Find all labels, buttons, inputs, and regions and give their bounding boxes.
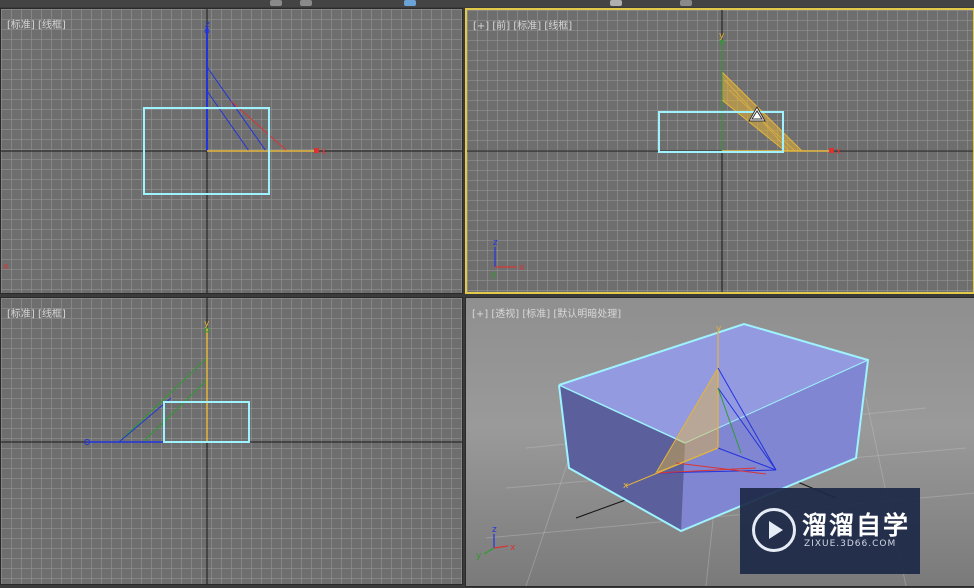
axis-tripod: z x y: [476, 525, 516, 561]
toolbar-icon[interactable]: [680, 0, 692, 6]
axis-label-y: y: [716, 324, 722, 334]
main-toolbar: [0, 0, 974, 7]
watermark-subtitle: ZIXUE.3D66.COM: [804, 539, 897, 549]
viewport-canvas: z x x: [1, 9, 462, 293]
toolbar-icon[interactable]: [300, 0, 312, 6]
corner-axis-x: x: [3, 262, 9, 272]
viewport-canvas: y: [1, 298, 462, 584]
play-logo-icon: [752, 508, 796, 552]
tripod-z: z: [493, 238, 498, 248]
viewport-left[interactable]: [标准] [线框] y: [0, 297, 463, 585]
axis-label-z: z: [205, 20, 210, 30]
axis-label-x: x: [623, 481, 629, 491]
watermark-title: 溜溜自学: [802, 511, 911, 540]
axis-label-x: x: [836, 147, 842, 157]
tripod-x: x: [519, 263, 525, 273]
select-tool-icon[interactable]: [404, 0, 416, 6]
viewport-front[interactable]: [+] [前] [标准] [线框] y x z x y: [465, 8, 974, 294]
tripod-z: z: [492, 525, 497, 535]
axis-label-y: y: [204, 319, 210, 329]
viewport-canvas: y x z x y: [467, 10, 973, 292]
tripod-y: y: [476, 551, 482, 561]
toolbar-icon[interactable]: [610, 0, 622, 6]
axis-tripod: z x y: [491, 238, 525, 280]
axis-handle-x[interactable]: [314, 148, 319, 153]
axis-label-x: x: [321, 147, 327, 157]
tripod-y: y: [491, 270, 497, 280]
tripod-x: x: [510, 543, 516, 553]
axis-label-y: y: [719, 31, 725, 41]
viewport-top[interactable]: [标准] [线框] z x x: [0, 8, 463, 294]
axis-handle-x[interactable]: [829, 148, 834, 153]
toolbar-icon[interactable]: [270, 0, 282, 6]
watermark: 溜溜自学 ZIXUE.3D66.COM: [740, 488, 920, 574]
